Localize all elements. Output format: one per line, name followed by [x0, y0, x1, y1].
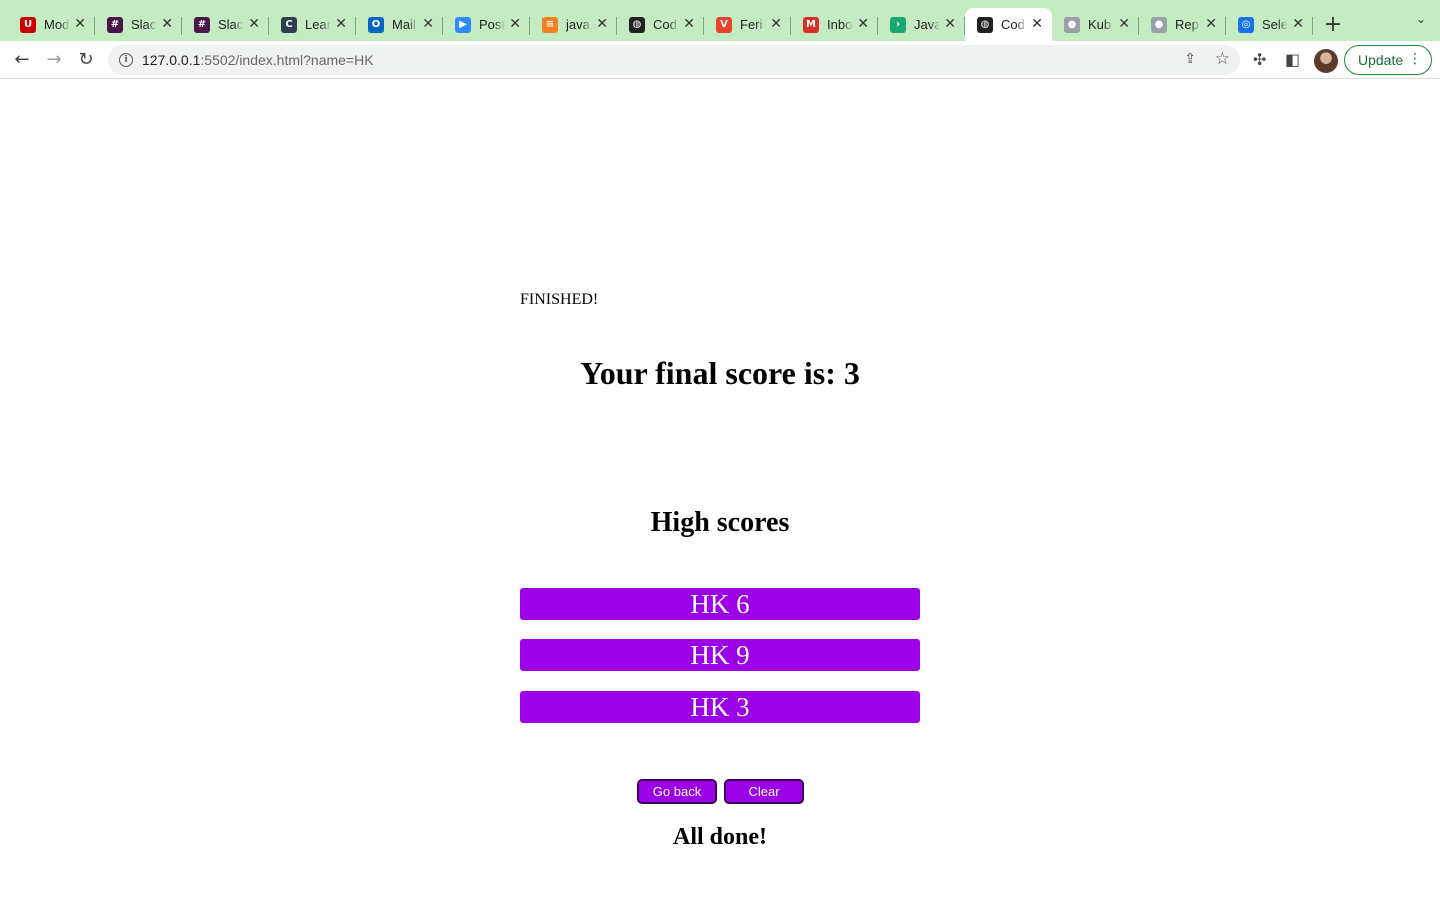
tab-title: Feri: [740, 17, 763, 32]
tab-title: Java: [914, 17, 940, 32]
tab-list: U Mod ✕ # Slac ✕ # Slac ✕ C Lear ✕ O Mail ✕ ▶ Post ✕ ≡ java…: [8, 8, 1313, 41]
browser-tab[interactable]: ◍ Cod ✕: [965, 8, 1052, 41]
tab-title: Mod: [44, 17, 70, 32]
share-icon[interactable]: ⇪: [1184, 51, 1196, 67]
reload-icon[interactable]: ↻: [70, 44, 102, 76]
tab-title: Slac: [218, 17, 244, 32]
circle-logo-icon: ◎: [1238, 16, 1254, 33]
url-host: 127.0.0.1: [142, 52, 201, 68]
close-tab-icon[interactable]: ✕: [944, 16, 956, 32]
browser-tab[interactable]: # Slac ✕: [182, 8, 269, 41]
close-tab-icon[interactable]: ✕: [1205, 16, 1217, 32]
tab-title: Cod: [1001, 17, 1025, 32]
forward-arrow-icon[interactable]: →: [38, 44, 70, 76]
zoom-icon: ▶: [455, 16, 471, 33]
browser-tab[interactable]: # Slac ✕: [95, 8, 182, 41]
close-tab-icon[interactable]: ✕: [335, 16, 347, 32]
utah-u-icon: U: [20, 16, 36, 33]
close-tab-icon[interactable]: ✕: [596, 16, 608, 32]
action-buttons: Go back Clear: [637, 779, 804, 804]
close-tab-icon[interactable]: ✕: [161, 16, 173, 32]
close-tab-icon[interactable]: ✕: [1118, 16, 1130, 32]
browser-tab[interactable]: U Mod ✕: [8, 8, 95, 41]
finished-label: FINISHED!: [520, 291, 599, 308]
tab-strip: U Mod ✕ # Slac ✕ # Slac ✕ C Lear ✕ O Mail ✕ ▶ Post ✕ ≡ java…: [0, 0, 1440, 41]
more-menu-icon[interactable]: ⋮: [1408, 51, 1422, 67]
profile-avatar[interactable]: [1314, 49, 1338, 73]
brave-shield-icon: V: [716, 16, 732, 33]
browser-toolbar: ← → ↻ i 127.0.0.1:5502/index.html?name=H…: [0, 41, 1440, 79]
gmail-icon: M: [803, 16, 819, 33]
globe-icon: ◍: [629, 16, 645, 33]
tab-title: Mail: [392, 17, 416, 32]
learn-icon: C: [281, 16, 297, 33]
high-score-item: HK 3: [520, 691, 920, 723]
extensions-puzzle-icon[interactable]: ✣: [1253, 50, 1266, 69]
outlook-icon: O: [368, 16, 384, 33]
update-button[interactable]: Update ⋮: [1344, 45, 1432, 75]
high-score-item: HK 6: [520, 588, 920, 620]
site-info-icon[interactable]: i: [119, 53, 133, 67]
tab-title: Cod: [653, 17, 677, 32]
side-panel-icon[interactable]: ◧: [1285, 50, 1300, 69]
clear-button[interactable]: Clear: [724, 779, 804, 804]
update-label: Update: [1358, 52, 1404, 68]
browser-tab[interactable]: V Feri ✕: [704, 8, 791, 41]
high-scores-title: High scores: [650, 507, 790, 538]
tab-title: Kub: [1088, 17, 1112, 32]
browser-tab[interactable]: ◍ Cod ✕: [617, 8, 704, 41]
browser-tab[interactable]: ▶ Post ✕: [443, 8, 530, 41]
play-arrow-icon: ›: [890, 16, 906, 33]
tab-title: Inbo: [827, 17, 853, 32]
url-path: :5502/index.html?name=HK: [200, 52, 374, 68]
tab-search-icon[interactable]: ⌄: [1416, 12, 1426, 26]
close-tab-icon[interactable]: ✕: [509, 16, 521, 32]
close-tab-icon[interactable]: ✕: [74, 16, 86, 32]
back-arrow-icon[interactable]: ←: [6, 44, 38, 76]
github-icon: ●: [1064, 16, 1080, 33]
bookmark-star-icon[interactable]: ☆: [1215, 49, 1230, 69]
close-tab-icon[interactable]: ✕: [857, 16, 869, 32]
close-tab-icon[interactable]: ✕: [1031, 16, 1043, 32]
globe-icon: ◍: [977, 16, 993, 33]
close-tab-icon[interactable]: ✕: [422, 16, 434, 32]
high-score-item: HK 9: [520, 639, 920, 671]
tab-title: Rep: [1175, 17, 1199, 32]
browser-tab[interactable]: ◎ Sele ✕: [1226, 8, 1313, 41]
close-tab-icon[interactable]: ✕: [1292, 16, 1304, 32]
final-score-heading: Your final score is: 3: [580, 355, 860, 391]
all-done-heading: All done!: [672, 824, 767, 850]
close-tab-icon[interactable]: ✕: [683, 16, 695, 32]
tab-title: Sele: [1262, 17, 1288, 32]
stackoverflow-icon: ≡: [542, 16, 558, 33]
new-tab-button[interactable]: +: [1313, 8, 1353, 41]
close-tab-icon[interactable]: ✕: [248, 16, 260, 32]
close-tab-icon[interactable]: ✕: [770, 16, 782, 32]
slack-icon: #: [194, 16, 210, 33]
browser-tab[interactable]: M Inbo ✕: [791, 8, 878, 41]
tab-title: java: [566, 17, 590, 32]
go-back-button[interactable]: Go back: [637, 779, 717, 804]
tab-separator: [1312, 17, 1313, 35]
browser-tab[interactable]: ≡ java ✕: [530, 8, 617, 41]
high-scores-list: HK 6 HK 9 HK 3: [520, 588, 920, 742]
browser-tab[interactable]: ● Rep ✕: [1139, 8, 1226, 41]
slack-icon: #: [107, 16, 123, 33]
browser-tab[interactable]: › Java ✕: [878, 8, 965, 41]
address-bar[interactable]: i 127.0.0.1:5502/index.html?name=HK ⇪ ☆: [108, 45, 1240, 75]
tab-title: Post: [479, 17, 505, 32]
github-icon: ●: [1151, 16, 1167, 33]
tab-title: Slac: [131, 17, 157, 32]
browser-tab[interactable]: C Lear ✕: [269, 8, 356, 41]
tab-title: Lear: [305, 17, 331, 32]
page-content: FINISHED! Your final score is: 3 High sc…: [0, 80, 1440, 900]
browser-tab[interactable]: O Mail ✕: [356, 8, 443, 41]
browser-tab[interactable]: ● Kub ✕: [1052, 8, 1139, 41]
